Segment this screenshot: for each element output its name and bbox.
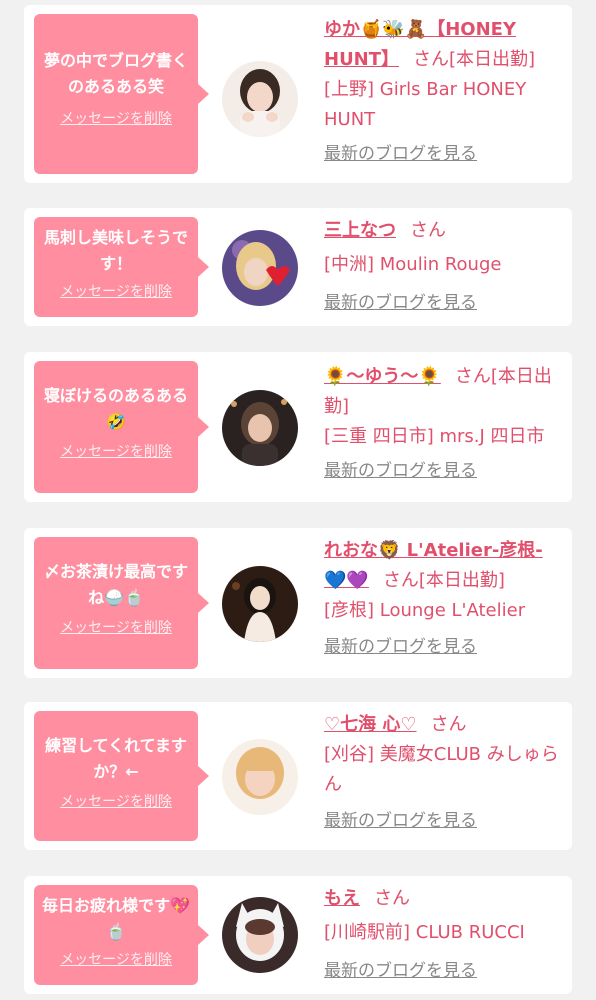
honorific: さん bbox=[382, 570, 419, 591]
cast-info: 🌻〜ゆう〜🌻 さん[本日出勤] [三重 四日市] mrs.J 四日市 最新のブログ… bbox=[324, 362, 564, 484]
shop-name: [中洲] Moulin Rouge bbox=[324, 254, 502, 275]
honorific: さん bbox=[413, 49, 450, 70]
delete-message-link[interactable]: メッセージを削除 bbox=[60, 619, 172, 637]
cast-name-link[interactable]: 三上なつ bbox=[324, 220, 396, 241]
cast-name-link[interactable]: 🌻〜ゆう〜🌻 bbox=[324, 366, 441, 387]
shop-name: [彦根] Lounge L'Atelier bbox=[324, 600, 526, 621]
avatar[interactable] bbox=[222, 390, 298, 466]
latest-blog-link[interactable]: 最新のブログを見る bbox=[324, 290, 564, 316]
avatar-photo-icon bbox=[222, 61, 298, 137]
cast-name-link[interactable]: もえ bbox=[324, 888, 360, 909]
message-bubble: 馬刺し美味しそうです！ メッセージを削除 bbox=[34, 217, 209, 317]
delete-message-link[interactable]: メッセージを削除 bbox=[60, 951, 172, 969]
message-bubble: 夢の中でブログ書くのあるある笑 メッセージを削除 bbox=[34, 14, 209, 174]
avatar[interactable] bbox=[222, 230, 298, 306]
message-card: 毎日お疲れ様です💖🍵 メッセージを削除 もえ さん [川崎駅前] CLUB RUC… bbox=[24, 876, 572, 994]
shop-name: [三重 四日市] mrs.J 四日市 bbox=[324, 426, 545, 447]
latest-blog-link[interactable]: 最新のブログを見る bbox=[324, 634, 564, 660]
message-card: 夢の中でブログ書くのあるある笑 メッセージを削除 ゆか🍯🐝🧸【HONEY HUN… bbox=[24, 5, 572, 183]
delete-message-link[interactable]: メッセージを削除 bbox=[60, 110, 172, 128]
message-text: 馬刺し美味しそうです！ bbox=[43, 228, 188, 273]
avatar-photo-icon bbox=[222, 739, 298, 815]
message-bubble: 寝ぼけるのあるある🤣 メッセージを削除 bbox=[34, 361, 209, 493]
latest-blog-link[interactable]: 最新のブログを見る bbox=[324, 458, 564, 484]
avatar[interactable] bbox=[222, 739, 298, 815]
delete-message-link[interactable]: メッセージを削除 bbox=[60, 793, 172, 811]
status-badge: [本日出勤] bbox=[449, 49, 536, 70]
delete-message-link[interactable]: メッセージを削除 bbox=[60, 443, 172, 461]
message-bubble: 毎日お疲れ様です💖🍵 メッセージを削除 bbox=[34, 885, 209, 985]
message-text: 〆お茶漬け最高ですね🍚🍵 bbox=[43, 562, 188, 607]
latest-blog-link[interactable]: 最新のブログを見る bbox=[324, 141, 564, 167]
avatar[interactable] bbox=[222, 566, 298, 642]
message-card: 寝ぼけるのあるある🤣 メッセージを削除 🌻〜ゆう〜🌻 さん[本日出勤] [三重 四… bbox=[24, 352, 572, 502]
avatar-photo-icon bbox=[222, 390, 298, 466]
cast-name-link[interactable]: ♡七海 心♡ bbox=[324, 714, 417, 735]
latest-blog-link[interactable]: 最新のブログを見る bbox=[324, 808, 564, 834]
message-card: 練習してくれてますか？← メッセージを削除 ♡七海 心♡ さん [刈谷] 美魔女C… bbox=[24, 702, 572, 850]
cast-info: 三上なつ さん [中洲] Moulin Rouge 最新のブログを見る bbox=[324, 216, 564, 316]
cast-info: れおな🦁 L'Atelier-彦根-💙💜 さん[本日出勤] [彦根] Lounge… bbox=[324, 536, 564, 660]
honorific: さん bbox=[430, 714, 467, 735]
message-text: 毎日お疲れ様です💖🍵 bbox=[42, 896, 190, 941]
avatar-photo-icon bbox=[222, 230, 298, 306]
delete-message-link[interactable]: メッセージを削除 bbox=[60, 283, 172, 301]
message-text: 寝ぼけるのあるある🤣 bbox=[43, 386, 188, 431]
shop-name: [上野] Girls Bar HONEY HUNT bbox=[324, 79, 527, 130]
message-text: 夢の中でブログ書くのあるある笑 bbox=[43, 51, 188, 96]
avatar[interactable] bbox=[222, 897, 298, 973]
avatar[interactable] bbox=[222, 61, 298, 137]
message-text: 練習してくれてますか？← bbox=[45, 736, 187, 781]
avatar-photo-icon bbox=[222, 566, 298, 642]
latest-blog-link[interactable]: 最新のブログを見る bbox=[324, 958, 564, 984]
status-badge: [本日出勤] bbox=[418, 570, 505, 591]
honorific: さん bbox=[410, 220, 446, 241]
message-bubble: 〆お茶漬け最高ですね🍚🍵 メッセージを削除 bbox=[34, 537, 209, 669]
shop-name: [刈谷] 美魔女CLUB みしゅらん bbox=[324, 744, 559, 795]
message-bubble: 練習してくれてますか？← メッセージを削除 bbox=[34, 711, 209, 841]
cast-info: ♡七海 心♡ さん [刈谷] 美魔女CLUB みしゅらん 最新のブログを見る bbox=[324, 710, 564, 834]
message-card: 馬刺し美味しそうです！ メッセージを削除 三上なつ さん [中洲] Moulin … bbox=[24, 208, 572, 326]
honorific: さん bbox=[374, 888, 410, 909]
avatar-photo-icon bbox=[222, 897, 298, 973]
cast-info: ゆか🍯🐝🧸【HONEY HUNT】 さん[本日出勤] [上野] Girls Bar… bbox=[324, 15, 564, 167]
honorific: さん bbox=[454, 366, 491, 387]
cast-info: もえ さん [川崎駅前] CLUB RUCCI 最新のブログを見る bbox=[324, 884, 564, 984]
message-card: 〆お茶漬け最高ですね🍚🍵 メッセージを削除 れおな🦁 L'Atelier-彦根-… bbox=[24, 528, 572, 678]
shop-name: [川崎駅前] CLUB RUCCI bbox=[324, 922, 525, 943]
